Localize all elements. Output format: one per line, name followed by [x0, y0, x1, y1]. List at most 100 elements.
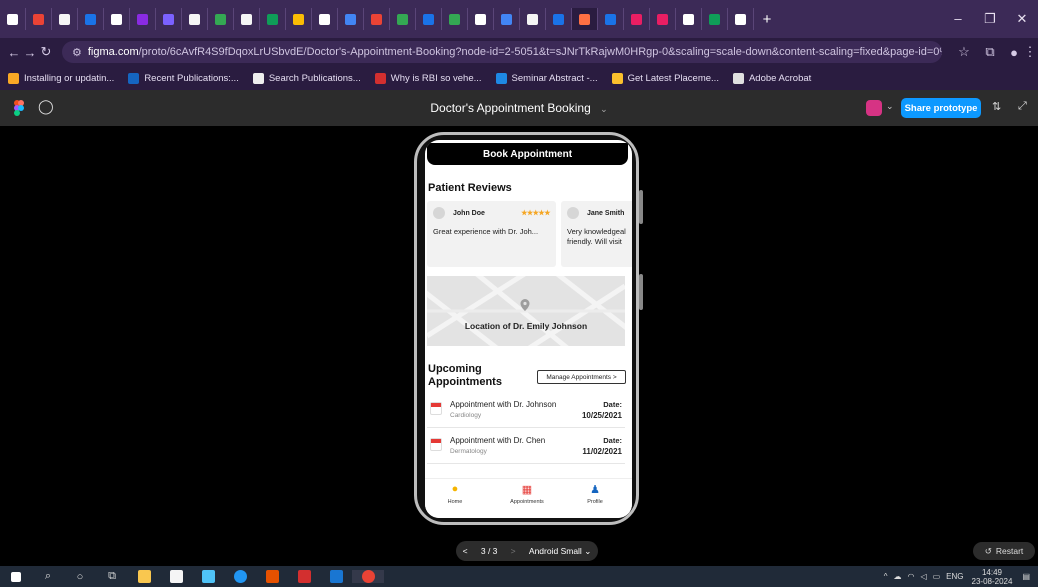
browser-tab[interactable] [26, 8, 52, 30]
url-field[interactable]: ⚙ figma.com/proto/6cAvfR4S9fDqoxLrUSbvdE… [62, 41, 942, 63]
battery-icon[interactable]: ▭ [933, 572, 941, 581]
browser-tab[interactable] [494, 8, 520, 30]
clock-date: 23-08-2024 [971, 576, 1013, 586]
browser-tab[interactable] [676, 8, 702, 30]
close-icon[interactable]: ✕ [1006, 11, 1038, 27]
share-prototype-button[interactable]: Share prototype [901, 98, 981, 118]
browser-tab[interactable] [260, 8, 286, 30]
map-view[interactable]: Location of Dr. Emily Johnson [427, 276, 625, 346]
browser-tab[interactable] [156, 8, 182, 30]
restart-button[interactable]: ↺ Restart [973, 542, 1035, 560]
next-frame-icon[interactable]: > [511, 546, 516, 556]
clock[interactable]: 14:49 23-08-2024 [972, 568, 1013, 586]
new-tab-button[interactable]: + [754, 8, 780, 30]
browser-tab[interactable] [572, 8, 598, 30]
browser-tab[interactable] [286, 8, 312, 30]
browser-tab[interactable] [520, 8, 546, 30]
bookmark-label: Why is RBI so vehe... [390, 72, 482, 84]
bookmark-item[interactable]: Seminar Abstract -... [495, 72, 598, 84]
browser-tab[interactable] [390, 8, 416, 30]
browser-tab[interactable] [338, 8, 364, 30]
chrome-icon[interactable] [352, 570, 384, 583]
nav-appointments[interactable]: ▦ Appointments [497, 483, 557, 505]
bookmark-item[interactable]: Adobe Acrobat [732, 72, 811, 84]
restore-icon[interactable]: ❐ [974, 11, 1006, 27]
site-info-icon[interactable]: ⚙ [72, 46, 82, 59]
settings-sliders-icon[interactable]: ⇅ [992, 100, 1001, 113]
reload-icon[interactable]: ↻ [38, 44, 54, 60]
bookmark-star-icon[interactable]: ☆ [956, 44, 972, 60]
browser-tab[interactable] [728, 8, 754, 30]
manage-appointments-button[interactable]: Manage Appointments > [537, 370, 626, 384]
user-avatar[interactable] [866, 100, 882, 116]
bookmark-item[interactable]: Search Publications... [252, 72, 361, 84]
volume-icon[interactable]: ◁ [920, 572, 926, 581]
bookmark-item[interactable]: Get Latest Placeme... [611, 72, 719, 84]
mail-icon[interactable] [192, 570, 224, 583]
browser-tab[interactable] [702, 8, 728, 30]
wifi-icon[interactable]: ◠ [907, 572, 914, 581]
favicon-icon [111, 13, 122, 25]
browser-tab[interactable] [598, 8, 624, 30]
browser-tab[interactable] [208, 8, 234, 30]
browser-tab[interactable] [546, 8, 572, 30]
browser-tab[interactable] [104, 8, 130, 30]
appointment-item[interactable]: Appointment with Dr. Johnson Cardiology … [427, 396, 625, 428]
browser-tab[interactable] [78, 8, 104, 30]
bookmark-label: Installing or updatin... [24, 72, 115, 84]
office-icon[interactable] [256, 570, 288, 583]
browser-tab[interactable] [468, 8, 494, 30]
nav-profile[interactable]: ♟ Profile [565, 483, 625, 505]
page-indicator: 3 / 3 [480, 546, 498, 556]
acrobat-icon[interactable] [288, 570, 320, 583]
appointment-item[interactable]: Appointment with Dr. Chen Dermatology Da… [427, 432, 625, 464]
location-pin-icon [520, 298, 530, 311]
profile-avatar-icon[interactable]: ● [1006, 45, 1022, 60]
store-icon[interactable] [160, 570, 192, 583]
browser-tab[interactable] [234, 8, 260, 30]
tray-chevron-icon[interactable]: ^ [884, 572, 888, 581]
browser-tab[interactable] [364, 8, 390, 30]
expand-icon[interactable]: ⤢ [1018, 100, 1027, 113]
bookmark-label: Search Publications... [268, 72, 361, 84]
favicon-icon [579, 13, 590, 25]
bookmarks-bar: Installing or updatin... Recent Publicati… [0, 66, 1038, 90]
windows-start-icon[interactable] [0, 571, 32, 582]
browser-tab[interactable] [650, 8, 676, 30]
network-icon[interactable]: ☁ [893, 572, 901, 581]
bookmark-item[interactable]: Recent Publications:... [128, 72, 239, 84]
browser-tab[interactable] [130, 8, 156, 30]
chevron-down-icon[interactable]: ⌄ [886, 101, 894, 112]
review-card[interactable]: Jane Smith Very knowledgeal friendly. Wi… [561, 201, 632, 267]
review-card[interactable]: John Doe ★★★★★ Great experience with Dr.… [427, 201, 556, 267]
nav-home[interactable]: ● Home [425, 483, 485, 505]
language-indicator[interactable]: ENG [946, 572, 963, 581]
task-view-icon[interactable]: ⧉ [96, 570, 128, 583]
browser-tab[interactable] [0, 8, 26, 30]
app-screen[interactable]: Book Appointment Patient Reviews John Do… [425, 140, 632, 518]
extensions-icon[interactable]: ⧉ [982, 44, 998, 60]
browser-tab[interactable] [52, 8, 78, 30]
browser-tab[interactable] [624, 8, 650, 30]
prototype-title[interactable]: Doctor's Appointment Booking ⌄ [0, 101, 1038, 115]
browser-tab[interactable] [416, 8, 442, 30]
forward-icon[interactable]: → [22, 45, 38, 60]
menu-icon[interactable]: ⋮ [1022, 44, 1038, 60]
back-icon[interactable]: ← [6, 45, 22, 60]
word-icon[interactable] [320, 570, 352, 583]
browser-tab[interactable] [312, 8, 338, 30]
cortana-icon[interactable]: ○ [64, 571, 96, 583]
bookmark-item[interactable]: Installing or updatin... [8, 72, 115, 84]
edge-icon[interactable] [224, 570, 256, 583]
search-icon[interactable]: ⌕ [32, 570, 64, 583]
minimize-icon[interactable]: – [942, 11, 974, 27]
browser-tab[interactable] [182, 8, 208, 30]
previous-frame-icon[interactable]: < [463, 546, 468, 556]
file-explorer-icon[interactable] [128, 570, 160, 583]
device-select[interactable]: Android Small ⌄ [529, 546, 591, 557]
notifications-icon[interactable]: ▤ [1022, 572, 1030, 581]
calendar-icon [430, 438, 442, 451]
bookmark-item[interactable]: Why is RBI so vehe... [374, 72, 482, 84]
browser-tab[interactable] [442, 8, 468, 30]
favicon-icon [7, 13, 18, 25]
